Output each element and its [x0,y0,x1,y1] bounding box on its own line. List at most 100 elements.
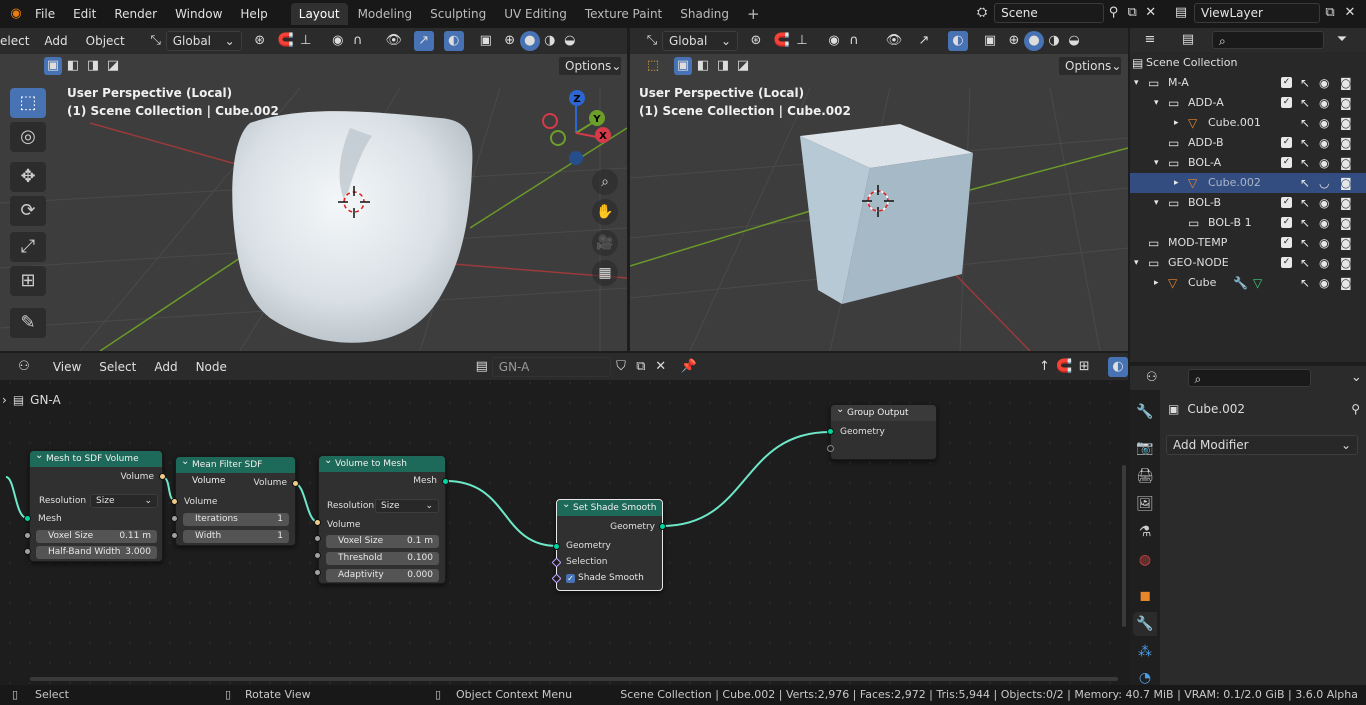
perspective-toggle-icon[interactable]: ▦ [592,260,618,286]
particles-properties-icon[interactable]: ⁂ [1133,640,1157,664]
resolution-dropdown[interactable]: Size ⌄ [375,499,439,513]
shading-solid-icon[interactable]: ● [519,31,540,51]
socket-half-band-in[interactable] [24,548,31,555]
viewport-right[interactable]: ⤡ Global ⌄ ⊛ 🧲 ⊥ ◉ ∩ 👁 ↗ ◐ ▣ ⊕ ● ◑ ◒ ⬚ ▣ … [630,28,1128,351]
select-arrow-icon[interactable]: ↖ [1300,73,1310,93]
select-intersect-icon[interactable]: ◪ [734,57,752,75]
shading-rendered-icon[interactable]: ◒ [560,31,580,51]
eye-icon[interactable]: ◉ [1319,273,1329,293]
viewport-left[interactable]: Z Y X elect Add Object ⤡ Global ⌄ ⊛ 🧲 ⊥ ◉… [0,28,627,351]
object-properties-icon[interactable]: ◼ [1133,584,1157,608]
add-modifier-dropdown[interactable]: Add Modifier ⌄ [1166,435,1358,455]
select-intersect-icon[interactable]: ◪ [104,57,122,75]
mesh-data-icon[interactable]: ▽ [1253,273,1262,293]
voxel-size-field[interactable]: Voxel Size 0.1 m [326,535,439,548]
eye-icon[interactable]: ◉ [1319,133,1329,153]
eye-icon[interactable]: ◡ [1319,173,1329,193]
socket-threshold-in[interactable] [314,552,321,559]
expand-toggle-icon[interactable]: ▸ [1154,273,1159,293]
select-arrow-icon[interactable]: ↖ [1300,153,1310,173]
render-properties-icon[interactable]: 📷 [1133,436,1157,460]
select-arrow-icon[interactable]: ↖ [1300,173,1310,193]
node-set-shade-smooth[interactable]: Set Shade Smooth Geometry Geometry Selec… [556,497,663,591]
menu-help[interactable]: Help [231,0,276,28]
eye-icon[interactable]: ◉ [1319,113,1329,133]
node-mean-filter-sdf-volume[interactable]: Mean Filter SDF Volume Volume Volume Ite… [175,454,296,546]
modifier-icon[interactable]: 🔧 [1233,273,1248,293]
half-band-width-field[interactable]: Half-Band Width 3.000 [36,546,157,559]
select-arrow-icon[interactable]: ↖ [1300,133,1310,153]
menu-file[interactable]: File [26,0,64,28]
camera-icon[interactable]: 🎥 [592,230,618,256]
tab-uv-editing[interactable]: UV Editing [496,3,575,25]
expand-toggle-icon[interactable]: ▾ [1154,93,1159,113]
snap-target-icon[interactable]: ⊥ [296,31,316,51]
zoom-icon[interactable]: ⌕ [592,169,618,195]
close-icon[interactable]: ✕ [1340,3,1360,23]
shading-wireframe-icon[interactable]: ⊕ [500,31,520,51]
node-volume-to-mesh[interactable]: Volume to Mesh Mesh Resolution Size ⌄ Vol… [318,453,446,584]
menu-add[interactable]: Add [35,28,76,55]
exclude-checkbox[interactable]: ✓ [1281,257,1292,268]
outliner-row[interactable]: ▭ ADD-B ✓ ↖ ◉ ◙ [1130,133,1366,153]
vertical-scrollbar[interactable] [1122,465,1126,627]
properties-search-input[interactable]: ⌕ [1187,369,1311,387]
select-arrow-icon[interactable]: ↖ [1300,253,1310,273]
outliner-search-input[interactable]: ⌕ [1212,31,1324,49]
outliner-row[interactable]: ▾ ▭ GEO-NODE ✓ ↖ ◉ ◙ [1130,253,1366,273]
tab-layout[interactable]: Layout [290,3,348,25]
select-arrow-icon[interactable]: ↖ [1300,193,1310,213]
rotate-tool-icon[interactable]: ⟳ [10,196,46,226]
world-properties-icon[interactable]: ◍ [1133,548,1157,572]
snap-icon[interactable]: 🧲 [772,31,792,51]
eye-icon[interactable]: ◉ [1319,153,1329,173]
expand-toggle-icon[interactable]: ▸ [1174,173,1179,193]
expand-toggle-icon[interactable]: ▸ [1174,113,1179,133]
annotate-tool-icon[interactable]: ✎ [10,308,46,338]
outliner-row[interactable]: ▭ MOD-TEMP ✓ ↖ ◉ ◙ [1130,233,1366,253]
camera-render-icon[interactable]: ◙ [1340,173,1352,193]
select-extend-icon[interactable]: ◧ [694,57,712,75]
editor-type-icon[interactable]: ≡ [1140,30,1160,50]
threshold-field[interactable]: Threshold 0.100 [326,552,439,565]
tweak-tool-icon[interactable]: ⬚ [644,57,662,75]
options-dropdown[interactable]: Options ⌄ [558,56,622,76]
outliner-row[interactable]: ▾ ▭ BOL-A ✓ ↖ ◉ ◙ [1130,153,1366,173]
pin-icon[interactable]: ⚲ [1351,402,1360,416]
xray-icon[interactable]: ▣ [476,31,496,51]
exclude-checkbox[interactable]: ✓ [1281,237,1292,248]
eye-icon[interactable]: ◉ [1319,93,1329,113]
gizmo-toggle-icon[interactable]: ↗ [914,31,934,51]
scene-properties-icon[interactable]: ⚗ [1133,520,1157,544]
eye-icon[interactable]: ◉ [1319,213,1329,233]
camera-render-icon[interactable]: ◙ [1340,233,1352,253]
tab-shading[interactable]: Shading [672,3,737,25]
camera-render-icon[interactable]: ◙ [1340,133,1352,153]
socket-voxel-size-in[interactable] [314,535,321,542]
eye-icon[interactable]: ◉ [1319,193,1329,213]
outliner-row[interactable]: ▸ ▽ Cube.001 ↖ ◉ ◙ [1130,113,1366,133]
exclude-checkbox[interactable]: ✓ [1281,197,1292,208]
socket-mesh-in[interactable] [24,515,31,522]
close-icon[interactable]: ✕ [1141,3,1160,23]
outliner-row[interactable]: ▾ ▭ ADD-A ✓ ↖ ◉ ◙ [1130,93,1366,113]
eye-icon[interactable]: ◉ [1319,253,1329,273]
add-workspace-button[interactable]: + [739,3,768,25]
socket-geometry-in[interactable] [553,543,560,550]
overlay-toggle-icon[interactable]: ◐ [443,31,464,51]
outliner-row[interactable]: ▾ ▭ BOL-B ✓ ↖ ◉ ◙ [1130,193,1366,213]
width-field[interactable]: Width 1 [183,530,289,543]
blender-logo-icon[interactable]: ◉ [6,4,26,24]
expand-toggle-icon[interactable]: ▾ [1134,73,1139,93]
exclude-checkbox[interactable]: ✓ [1281,217,1292,228]
select-arrow-icon[interactable]: ↖ [1300,233,1310,253]
orientation-dropdown[interactable]: Global ⌄ [662,31,738,51]
select-extend-icon[interactable]: ◧ [64,57,82,75]
camera-render-icon[interactable]: ◙ [1340,93,1352,113]
socket-virtual-in[interactable] [827,445,834,452]
proportional-edit-icon[interactable]: ◉ [328,31,348,51]
socket-voxel-size-in[interactable] [24,532,31,539]
socket-width-in[interactable] [171,532,178,539]
pan-hand-icon[interactable]: ✋ [592,199,618,225]
filter-icon[interactable]: ⏷ [1332,30,1352,50]
